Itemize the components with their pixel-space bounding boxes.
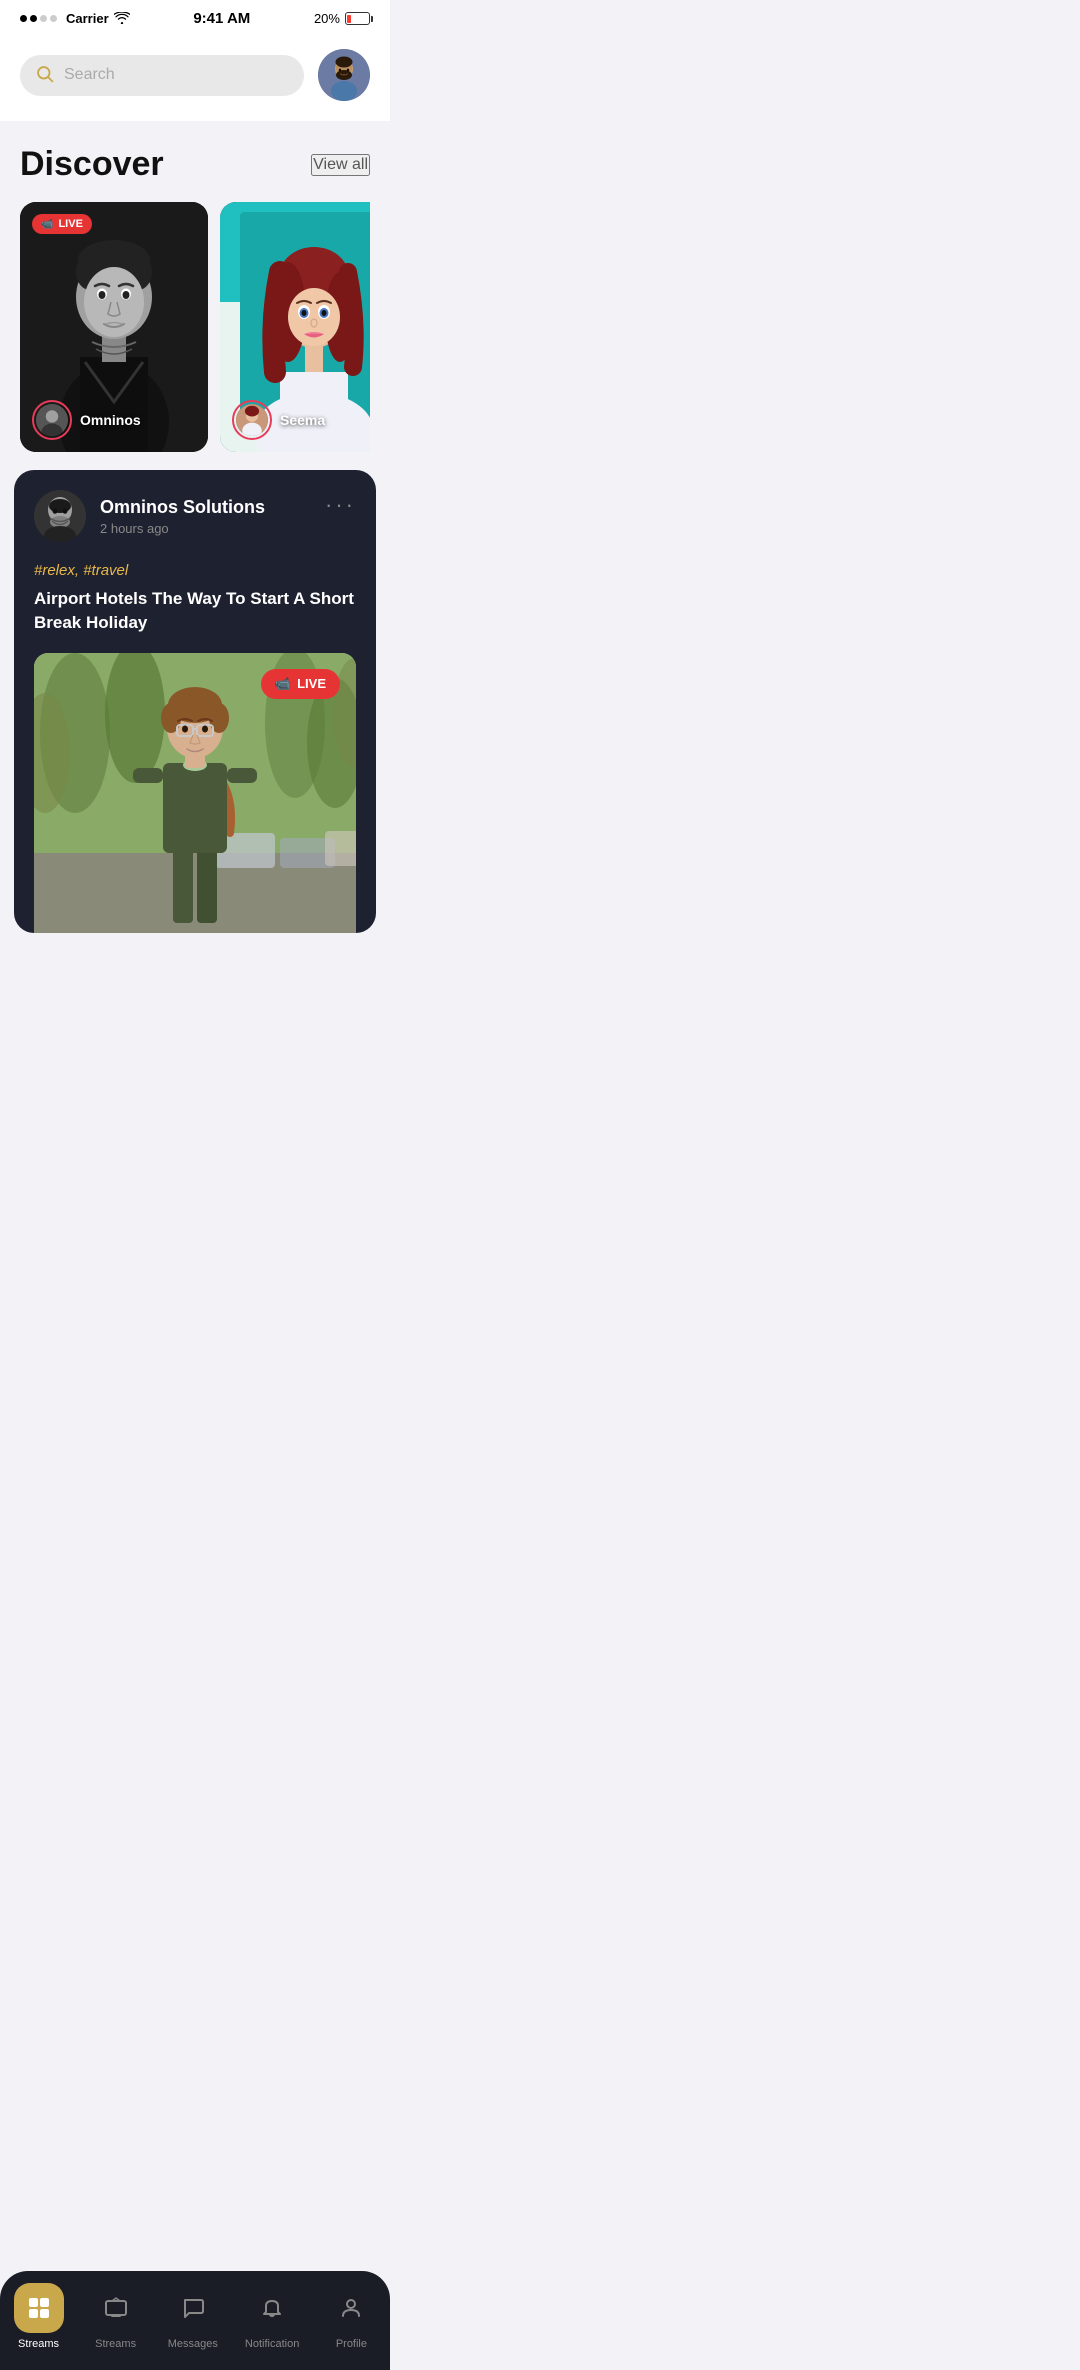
status-bar: Carrier 9:41 AM 20% — [0, 0, 390, 33]
card-username-1: Omninos — [80, 412, 141, 428]
status-left: Carrier — [20, 11, 130, 27]
tv-icon — [104, 2296, 128, 2320]
post-section: Omninos Solutions 2 hours ago ··· #relex… — [0, 470, 390, 947]
live-card-2[interactable]: Seema — [220, 202, 370, 452]
camera-icon: 📹 — [41, 219, 53, 230]
discover-title: Discover — [20, 145, 164, 184]
nav-icon-wrap-streams — [91, 2283, 141, 2333]
status-right: 20% — [314, 11, 370, 26]
bottom-nav: Streams Streams Messages — [0, 2271, 390, 2370]
nav-icon-wrap-messages — [168, 2283, 218, 2333]
post-user-info: Omninos Solutions 2 hours ago — [34, 490, 265, 542]
search-bar[interactable]: Search — [20, 55, 304, 96]
post-header: Omninos Solutions 2 hours ago ··· — [34, 490, 356, 542]
view-all-button[interactable]: View all — [311, 154, 370, 176]
dot-1 — [20, 15, 27, 22]
post-time: 2 hours ago — [100, 521, 265, 536]
search-icon — [36, 65, 54, 86]
grid-icon — [27, 2296, 51, 2320]
status-time: 9:41 AM — [193, 10, 250, 27]
nav-item-notification[interactable]: Notification — [245, 2283, 299, 2350]
nav-item-messages[interactable]: Messages — [168, 2283, 218, 2350]
post-author-name: Omninos Solutions — [100, 497, 265, 518]
battery-percent: 20% — [314, 11, 340, 26]
post-title: Airport Hotels The Way To Start A Short … — [34, 587, 356, 635]
post-author-avatar[interactable] — [34, 490, 86, 542]
post-live-cam-icon: 📹 — [275, 676, 291, 692]
card-avatar-ring-1 — [32, 400, 72, 440]
chat-icon — [181, 2296, 205, 2320]
search-placeholder: Search — [64, 66, 115, 84]
header-avatar[interactable] — [318, 49, 370, 101]
live-cards-carousel[interactable]: 📹 LIVE Omninos — [20, 202, 370, 456]
card-avatar-ring-2 — [232, 400, 272, 440]
nav-item-home[interactable]: Streams — [14, 2283, 64, 2350]
live-badge-1: 📹 LIVE — [32, 214, 92, 234]
card-avatar-inner-1 — [36, 404, 68, 436]
battery-fill — [347, 15, 351, 23]
dot-4 — [50, 15, 57, 22]
card-user-info-1: Omninos — [32, 400, 141, 440]
nav-label-home: Streams — [18, 2338, 59, 2350]
nav-item-profile[interactable]: Profile — [326, 2283, 376, 2350]
nav-icon-wrap-profile — [326, 2283, 376, 2333]
card-avatar-inner-2 — [236, 404, 268, 436]
bell-icon — [260, 2296, 284, 2320]
post-live-image[interactable]: 📹 LIVE — [34, 653, 356, 933]
post-live-badge: 📹 LIVE — [261, 669, 340, 699]
main-content: Search Discover View — [0, 33, 390, 1037]
carrier-label: Carrier — [66, 11, 109, 26]
nav-item-streams[interactable]: Streams — [91, 2283, 141, 2350]
header-area: Search — [0, 33, 390, 121]
post-more-button[interactable]: ··· — [325, 494, 356, 516]
card-username-2: Seema — [280, 412, 325, 428]
person-icon — [339, 2296, 363, 2320]
nav-label-streams: Streams — [95, 2338, 136, 2350]
signal-dots — [20, 15, 57, 22]
dot-3 — [40, 15, 47, 22]
nav-label-messages: Messages — [168, 2338, 218, 2350]
battery-icon — [345, 12, 370, 25]
live-card-1[interactable]: 📹 LIVE Omninos — [20, 202, 208, 452]
wifi-icon — [114, 11, 130, 27]
nav-icon-wrap-notification — [247, 2283, 297, 2333]
post-card: Omninos Solutions 2 hours ago ··· #relex… — [14, 470, 376, 933]
post-user-text: Omninos Solutions 2 hours ago — [100, 497, 265, 536]
nav-icon-wrap-home — [14, 2283, 64, 2333]
nav-label-notification: Notification — [245, 2338, 299, 2350]
discover-section: Discover View all — [0, 121, 390, 470]
dot-2 — [30, 15, 37, 22]
post-tags: #relex, #travel — [34, 562, 356, 579]
post-live-label: LIVE — [297, 676, 326, 691]
discover-header: Discover View all — [20, 145, 370, 184]
card-user-info-2: Seema — [232, 400, 325, 440]
nav-label-profile: Profile — [336, 2338, 367, 2350]
